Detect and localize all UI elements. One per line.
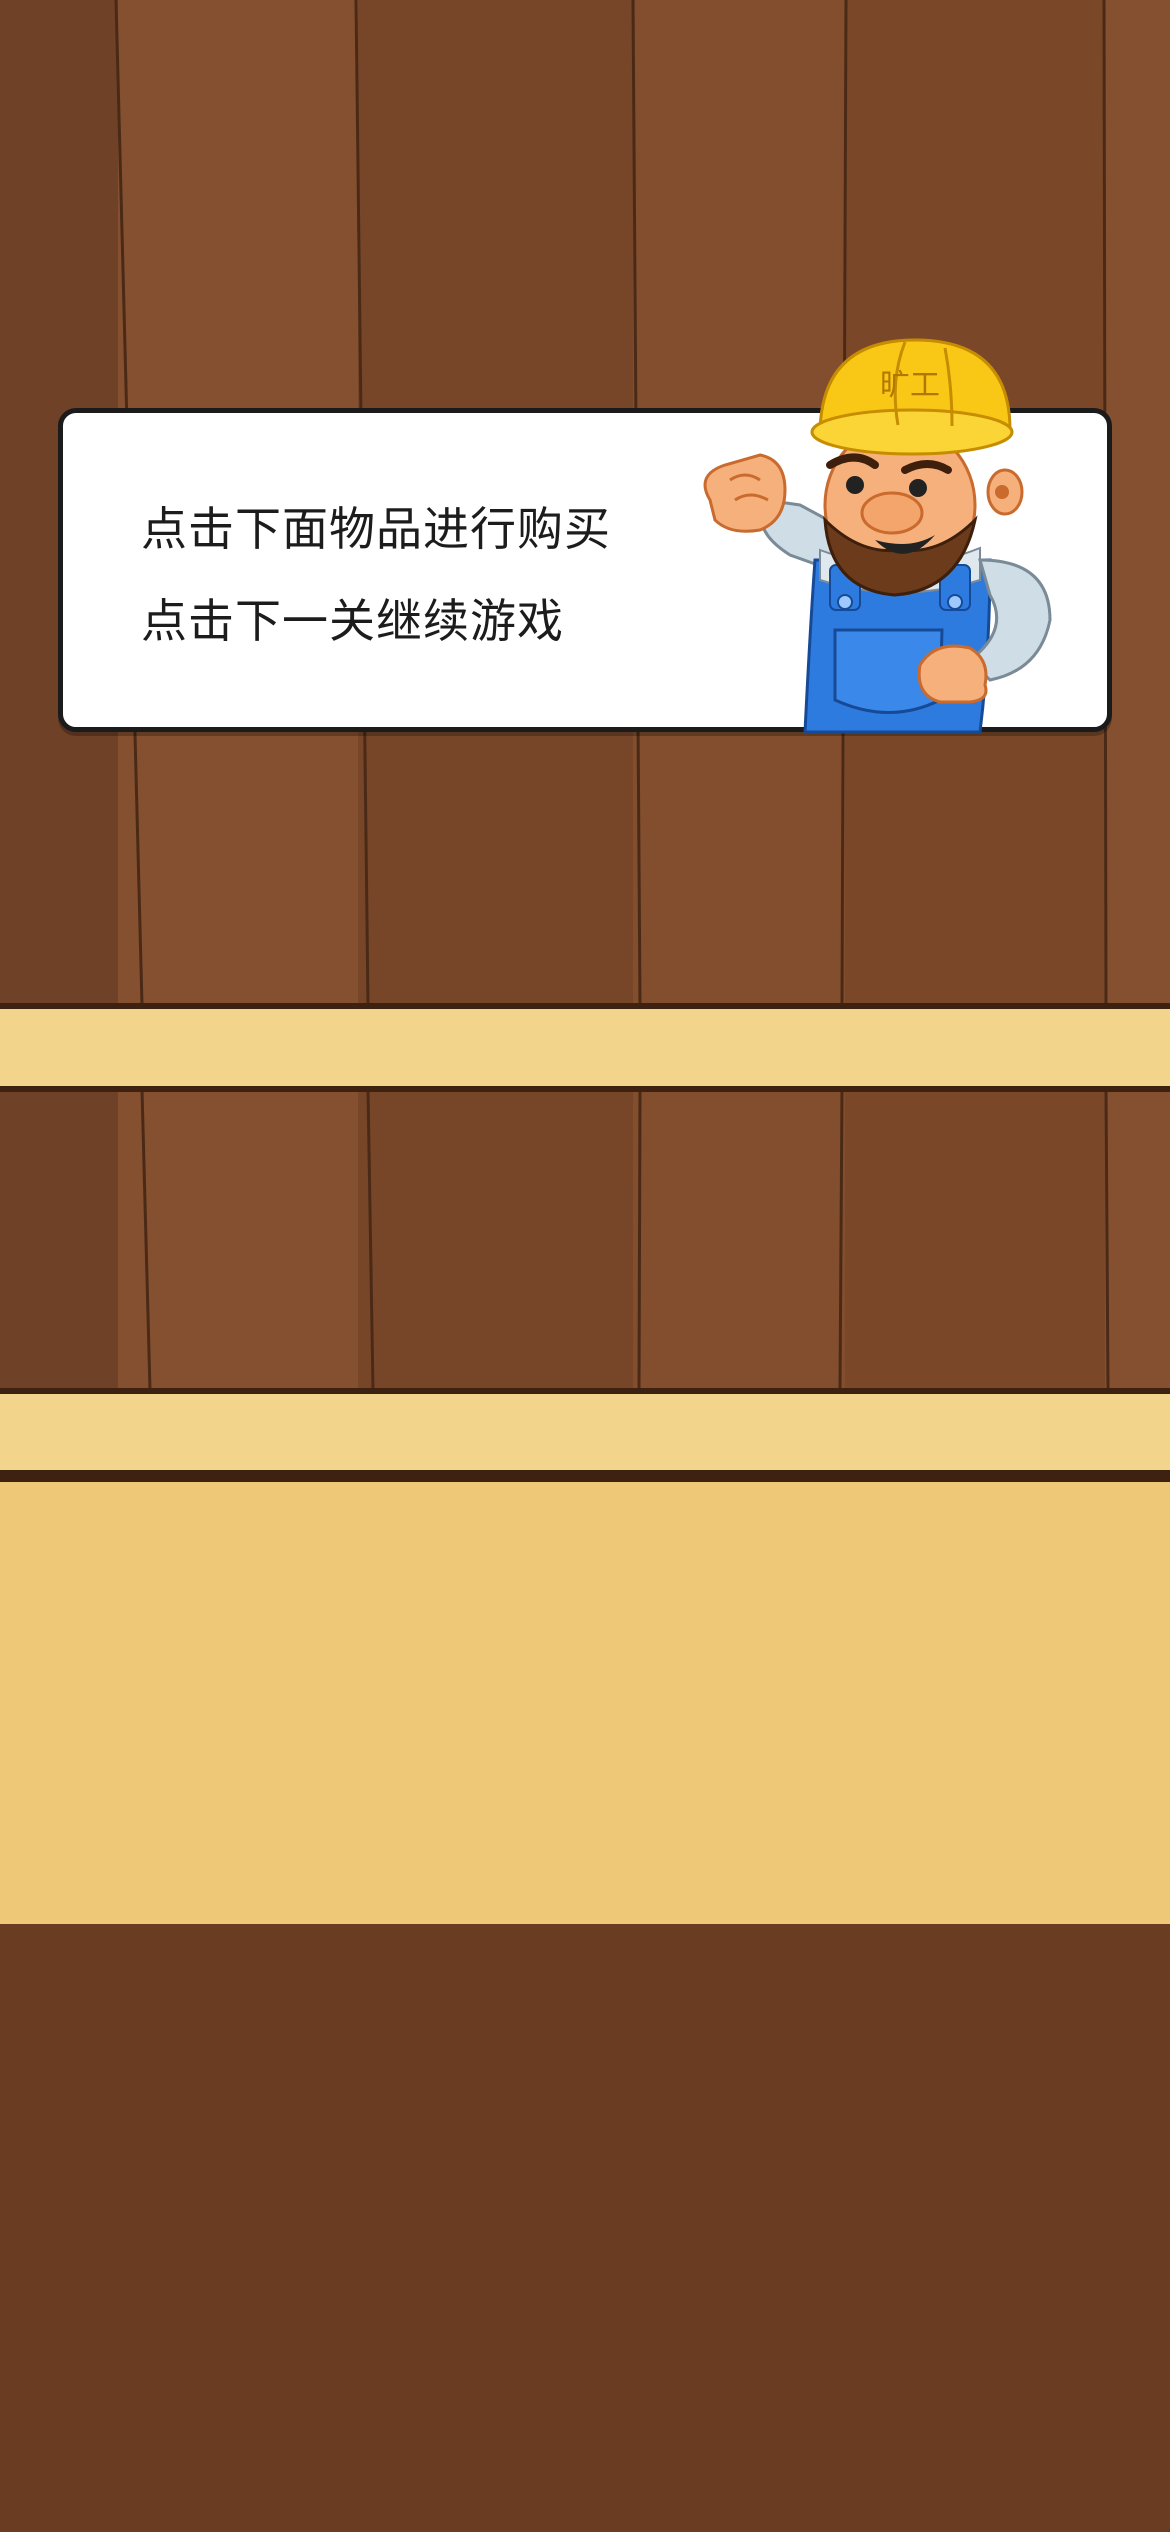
shop-counter <box>0 1482 1170 1924</box>
hint-next-level: 点击下一关继续游戏 <box>141 594 564 648</box>
shop-floor <box>0 1924 1170 2532</box>
miner-mascot-icon: 旷工 <box>703 338 1052 734</box>
lower-shelf <box>0 1388 1170 1482</box>
upper-shelf <box>0 1003 1170 1092</box>
hint-buy-items: 点击下面物品进行购买 <box>141 502 611 556</box>
helmet-text: 旷工 <box>880 368 940 403</box>
